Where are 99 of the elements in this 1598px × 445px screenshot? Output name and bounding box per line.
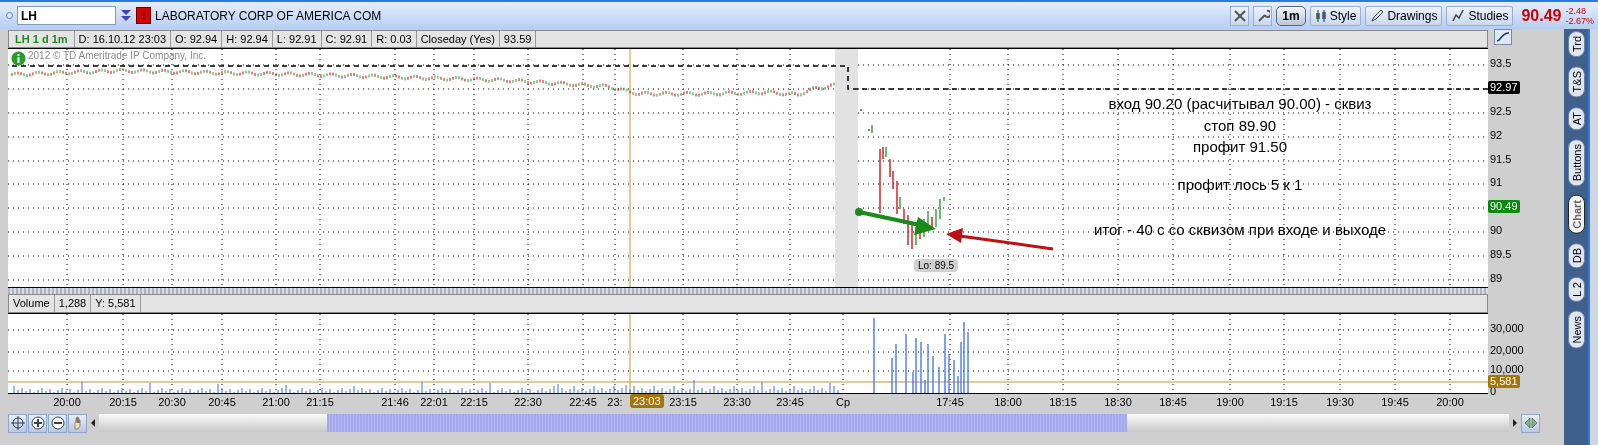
zoom-out-button[interactable] bbox=[48, 413, 67, 433]
dropdown-icon[interactable] bbox=[120, 8, 132, 23]
volume-tick: 10,000 bbox=[1490, 363, 1524, 376]
side-tab[interactable]: L 2 bbox=[1567, 277, 1585, 302]
net-change: -2.48 bbox=[1565, 5, 1587, 16]
time-label: 23:30 bbox=[723, 396, 751, 408]
price-tick: 90 bbox=[1490, 224, 1503, 237]
info-field: H: 92.94 bbox=[222, 31, 273, 47]
zoom-out-icon bbox=[50, 416, 65, 430]
crosshair-button[interactable] bbox=[8, 413, 27, 433]
time-label: 19:00 bbox=[1216, 396, 1244, 408]
fit-width-button[interactable] bbox=[1521, 413, 1540, 433]
chart-note: вход 90.20 (расчитывал 90.00) - сквиз bbox=[1108, 95, 1372, 112]
price-tick: 93.5 bbox=[1490, 57, 1512, 70]
cross-icon bbox=[1232, 8, 1247, 23]
time-label: 23: bbox=[607, 396, 623, 408]
chart-note: итог - 40 с со сквизом при входе и выходе bbox=[1093, 221, 1387, 238]
info-icon[interactable] bbox=[11, 51, 26, 66]
time-label: 19:45 bbox=[1381, 396, 1409, 408]
tools-button[interactable] bbox=[1230, 5, 1250, 26]
time-label: 22:01 bbox=[420, 396, 448, 408]
zoom-in-icon bbox=[30, 416, 45, 430]
time-label: 22:15 bbox=[460, 396, 488, 408]
wrench-button[interactable] bbox=[1253, 5, 1273, 26]
time-label: 18:15 bbox=[1049, 396, 1077, 408]
time-label: 19:30 bbox=[1326, 396, 1354, 408]
percent-change: -2.67% bbox=[1565, 15, 1594, 26]
link-indicator-icon bbox=[6, 12, 13, 19]
side-tab[interactable]: News bbox=[1567, 310, 1585, 349]
price-tick: 91 bbox=[1490, 176, 1503, 189]
chart-note: профит 91.50 bbox=[1192, 138, 1288, 155]
time-label: 18:30 bbox=[1104, 396, 1132, 408]
chart-title: LH 1 d 1m bbox=[9, 31, 75, 47]
time-label: 22:30 bbox=[514, 396, 542, 408]
time-label: 20:30 bbox=[158, 396, 186, 408]
time-label: 23:45 bbox=[776, 396, 804, 408]
info-field: O: 92.94 bbox=[171, 31, 223, 47]
time-label: 23:15 bbox=[669, 396, 697, 408]
time-label: 17:45 bbox=[936, 396, 964, 408]
price-tick: 89 bbox=[1490, 272, 1503, 285]
side-tab[interactable]: Chart bbox=[1567, 195, 1585, 234]
copyright-text: 2012 © TD Ameritrade IP Company, Inc. bbox=[28, 50, 206, 61]
time-label: 20:00 bbox=[1436, 396, 1464, 408]
chart-style-icon[interactable] bbox=[1494, 29, 1512, 45]
time-label: 20:45 bbox=[208, 396, 236, 408]
aggregation-button[interactable]: 1m bbox=[1276, 5, 1306, 26]
cursor-value: Y: 5,581 bbox=[91, 295, 141, 312]
studies-button[interactable]: Studies bbox=[1446, 5, 1514, 26]
low-label: Lo: 89.5 bbox=[914, 259, 959, 272]
chart-note: стоп 89.90 bbox=[1203, 117, 1277, 134]
crosshair-icon bbox=[10, 416, 25, 430]
line-chart-icon bbox=[1451, 8, 1466, 23]
volume-tick: 20,000 bbox=[1490, 344, 1524, 357]
price-marker: 92.97 bbox=[1488, 81, 1520, 94]
price-marker: 90.49 bbox=[1488, 200, 1520, 213]
time-label: 18:00 bbox=[994, 396, 1022, 408]
side-tab[interactable]: DB bbox=[1567, 242, 1585, 269]
company-name: LABORATORY CORP OF AMERICA COM bbox=[155, 8, 382, 23]
time-label: 22:45 bbox=[569, 396, 597, 408]
info-field: L: 92.91 bbox=[272, 31, 322, 47]
time-label: 20:15 bbox=[109, 396, 137, 408]
time-label: 18:45 bbox=[1159, 396, 1187, 408]
double-arrow-icon bbox=[1523, 417, 1538, 429]
scrollbar-thumb[interactable] bbox=[327, 414, 1127, 432]
pan-hand-button[interactable] bbox=[68, 413, 87, 433]
side-tab[interactable]: Buttons bbox=[1567, 138, 1585, 187]
link-group-badge[interactable]: 1 bbox=[136, 7, 151, 24]
side-tab[interactable]: AT bbox=[1567, 106, 1585, 130]
info-field: 93.59 bbox=[499, 31, 537, 47]
cursor-time-badge: 23:03 bbox=[630, 394, 664, 408]
scrollbar-track[interactable] bbox=[99, 414, 1509, 432]
study-name: Volume bbox=[9, 295, 55, 312]
time-label: 21:00 bbox=[262, 396, 290, 408]
time-label: 21:15 bbox=[306, 396, 334, 408]
info-field: R: 0.03 bbox=[372, 31, 417, 47]
zoom-in-button[interactable] bbox=[28, 413, 47, 433]
style-button[interactable]: Style bbox=[1309, 5, 1362, 26]
time-label: 21:46 bbox=[381, 396, 409, 408]
last-price: 90.49 bbox=[1521, 6, 1562, 25]
time-label: 20:00 bbox=[53, 396, 81, 408]
volume-marker: 5,581 bbox=[1488, 375, 1520, 388]
chart-note: профит лось 5 к 1 bbox=[1177, 176, 1303, 193]
side-tab[interactable]: Trd bbox=[1567, 31, 1585, 58]
pencil-icon bbox=[1370, 8, 1385, 23]
price-tick: 91.5 bbox=[1490, 153, 1512, 166]
time-label: 19:15 bbox=[1270, 396, 1298, 408]
drawings-button[interactable]: Drawings bbox=[1365, 5, 1443, 26]
candle-icon bbox=[1314, 8, 1327, 23]
volume-value: 1,288 bbox=[54, 295, 92, 312]
symbol-field[interactable]: LH bbox=[17, 6, 116, 25]
info-field: C: 92.91 bbox=[321, 31, 373, 47]
price-tick: 92 bbox=[1490, 129, 1503, 142]
price-tick: 92.5 bbox=[1490, 105, 1512, 118]
volume-tick: 30,000 bbox=[1490, 322, 1524, 335]
time-label: Cp bbox=[835, 396, 851, 408]
info-field: D: 16.10.12 23:03 bbox=[74, 31, 172, 47]
side-tab[interactable]: T&S bbox=[1567, 66, 1585, 98]
info-field: Closeday (Yes) bbox=[416, 31, 500, 47]
price-tick: 89.5 bbox=[1490, 248, 1512, 261]
